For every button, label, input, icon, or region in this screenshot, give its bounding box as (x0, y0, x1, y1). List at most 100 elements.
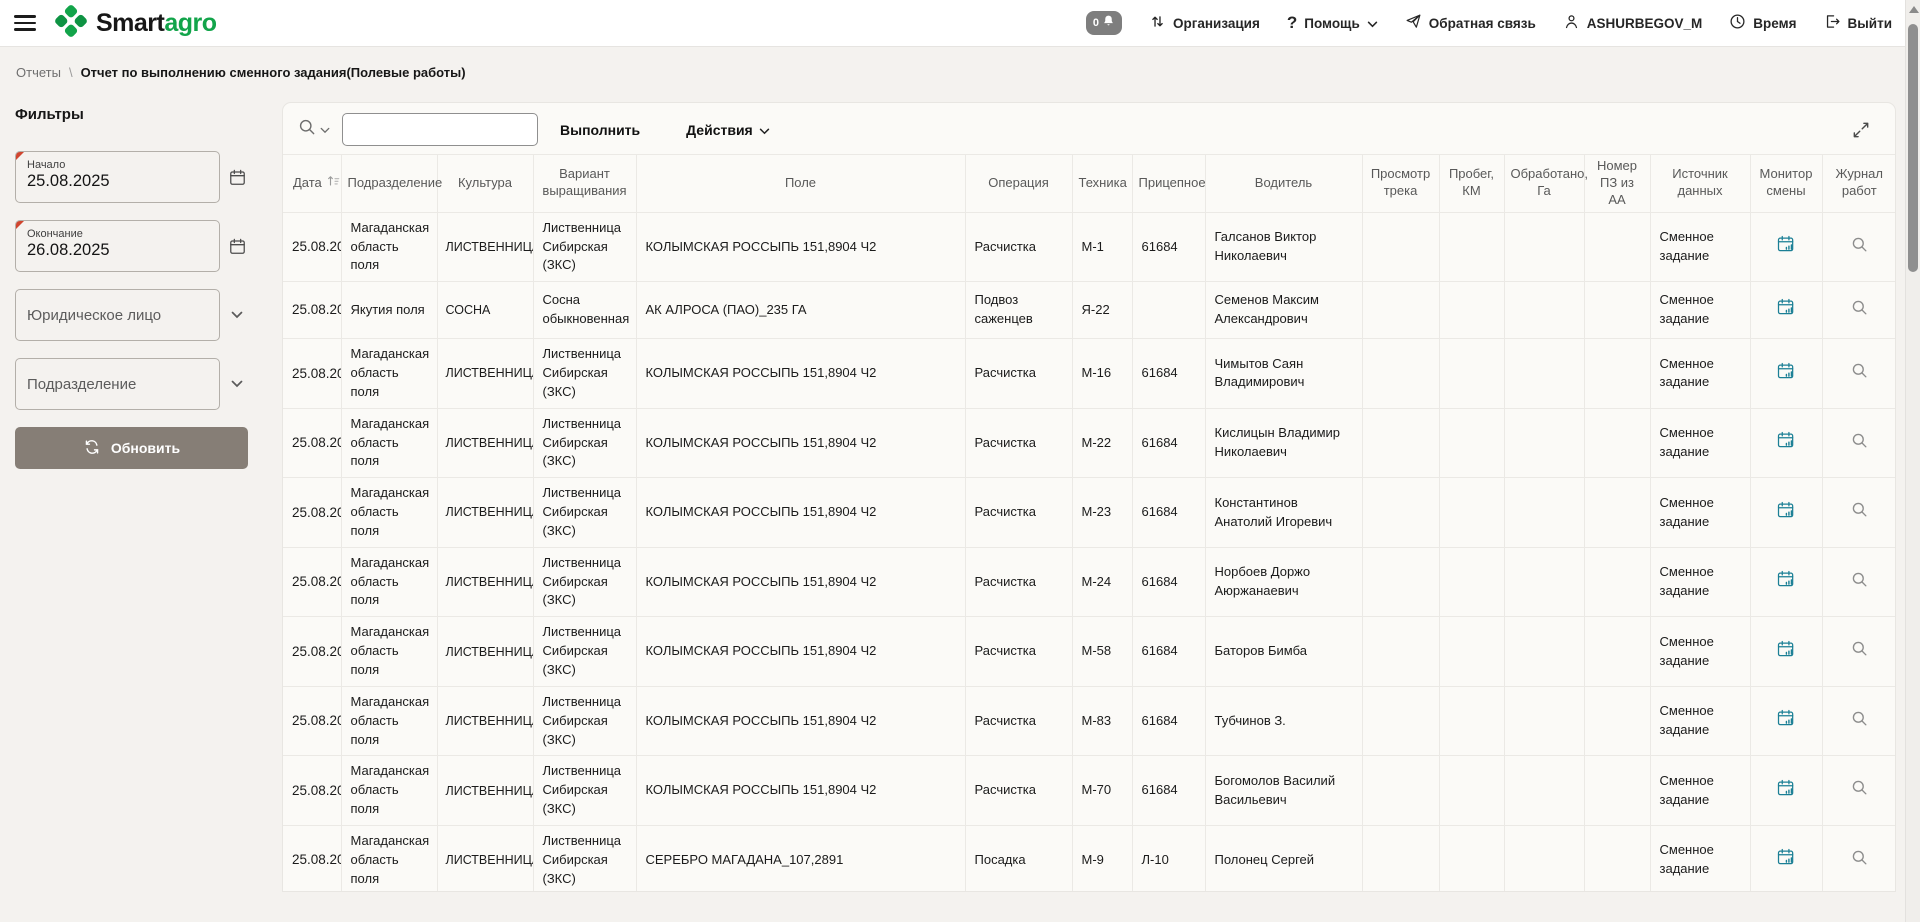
cell-trailer: 61684 (1132, 212, 1205, 282)
brand-text-smart: Smart (96, 9, 164, 37)
clock-icon (1729, 13, 1746, 33)
table-row[interactable]: 25.08.2025Магаданская область поляЛИСТВЕ… (283, 617, 1896, 687)
cell-track (1362, 547, 1439, 617)
cell-track (1362, 617, 1439, 687)
legal-entity-chevron-icon[interactable] (225, 311, 249, 319)
time-button[interactable]: Время (1729, 13, 1796, 33)
table-row[interactable]: 25.08.2025Магаданская область поляЛИСТВЕ… (283, 825, 1896, 892)
column-header-operation[interactable]: Операция (965, 155, 1072, 213)
cell-processed_ha (1504, 282, 1584, 339)
cell-task_number (1584, 212, 1650, 282)
work-journal-icon[interactable] (1822, 825, 1896, 892)
shift-monitor-icon[interactable] (1750, 825, 1822, 892)
cell-trailer: Л-10 (1132, 825, 1205, 892)
column-header-track[interactable]: Просмотр трека (1362, 155, 1439, 213)
table-row[interactable]: 25.08.2025Магаданская область поляЛИСТВЕ… (283, 339, 1896, 409)
cell-mileage_km (1439, 756, 1504, 826)
legal-entity-select[interactable]: Юридическое лицо (15, 289, 220, 341)
shift-monitor-icon[interactable] (1750, 212, 1822, 282)
column-header-field[interactable]: Поле (636, 155, 965, 213)
help-button[interactable]: ? Помощь (1287, 13, 1378, 33)
shift-monitor-icon[interactable] (1750, 617, 1822, 687)
cell-culture: ЛИСТВЕННИЦА (437, 547, 533, 617)
department-select[interactable]: Подразделение (15, 358, 220, 410)
cell-task_number (1584, 547, 1650, 617)
cell-field: КОЛЫМСКАЯ РОССЫПЬ 151,8904 Ч2 (636, 756, 965, 826)
organization-button[interactable]: Организация (1149, 13, 1260, 33)
column-header-variant[interactable]: Вариант выращивания (533, 155, 636, 213)
cell-source: Сменное задание (1650, 686, 1750, 756)
column-header-culture[interactable]: Культура (437, 155, 533, 213)
table-row[interactable]: 25.08.2025Магаданская область поляЛИСТВЕ… (283, 756, 1896, 826)
work-journal-icon[interactable] (1822, 339, 1896, 409)
work-journal-icon[interactable] (1822, 617, 1896, 687)
work-journal-icon[interactable] (1822, 756, 1896, 826)
actions-button[interactable]: Действия (686, 122, 770, 138)
cell-vehicle: М-58 (1072, 617, 1132, 687)
work-journal-icon[interactable] (1822, 282, 1896, 339)
scrollbar-thumb[interactable] (1908, 24, 1918, 272)
column-header-task-number[interactable]: Номер ПЗ из АА (1584, 155, 1650, 213)
execute-button[interactable]: Выполнить (560, 122, 640, 138)
scroll-up-arrow-icon[interactable] (1909, 6, 1919, 13)
column-header-journal[interactable]: Журнал работ (1822, 155, 1896, 213)
feedback-button[interactable]: Обратная связь (1405, 13, 1536, 33)
department-chevron-icon[interactable] (225, 380, 249, 388)
table-row[interactable]: 25.08.2025Магаданская область поляЛИСТВЕ… (283, 212, 1896, 282)
logout-button[interactable]: Выйти (1824, 13, 1893, 33)
cell-processed_ha (1504, 408, 1584, 478)
work-journal-icon[interactable] (1822, 547, 1896, 617)
table-row[interactable]: 25.08.2025Якутия поляСОСНАСосна обыкнове… (283, 282, 1896, 339)
shift-monitor-icon[interactable] (1750, 756, 1822, 826)
table-row[interactable]: 25.08.2025Магаданская область поляЛИСТВЕ… (283, 686, 1896, 756)
table-row[interactable]: 25.08.2025Магаданская область поляЛИСТВЕ… (283, 547, 1896, 617)
search-chevron-icon (320, 121, 330, 139)
brand-logo[interactable]: Smartagro (54, 4, 217, 43)
table-row[interactable]: 25.08.2025Магаданская область поляЛИСТВЕ… (283, 408, 1896, 478)
user-button[interactable]: ASHURBEGOV_M (1563, 13, 1703, 33)
column-header-date[interactable]: Дата (283, 155, 341, 213)
cell-variant: Лиственница Сибирская (ЗКС) (533, 547, 636, 617)
column-header-monitor[interactable]: Монитор смены (1750, 155, 1822, 213)
menu-icon[interactable] (14, 15, 36, 31)
column-header-mileage[interactable]: Пробег, КМ (1439, 155, 1504, 213)
work-journal-icon[interactable] (1822, 408, 1896, 478)
end-date-field[interactable]: Окончание 26.08.2025 (15, 220, 220, 272)
end-calendar-icon[interactable] (225, 237, 249, 256)
work-journal-icon[interactable] (1822, 686, 1896, 756)
column-header-department[interactable]: Подразделение (341, 155, 437, 213)
shift-monitor-icon[interactable] (1750, 686, 1822, 756)
shift-monitor-icon[interactable] (1750, 478, 1822, 548)
column-header-processed[interactable]: Обработано, Га (1504, 155, 1584, 213)
cell-mileage_km (1439, 825, 1504, 892)
table-row[interactable]: 25.08.2025Магаданская область поляЛИСТВЕ… (283, 478, 1896, 548)
table-header-row: Дата Подразделение Культура Вариант выра… (283, 155, 1896, 213)
search-scope-button[interactable] (297, 117, 330, 142)
column-header-driver[interactable]: Водитель (1205, 155, 1362, 213)
actions-chevron-icon (759, 122, 770, 138)
column-header-vehicle[interactable]: Техника (1072, 155, 1132, 213)
cell-mileage_km (1439, 408, 1504, 478)
expand-icon[interactable] (1851, 120, 1871, 140)
start-date-field[interactable]: Начало 25.08.2025 (15, 151, 220, 203)
search-input[interactable] (342, 113, 538, 146)
table-toolbar: Выполнить Действия (283, 103, 1895, 148)
shift-monitor-icon[interactable] (1750, 282, 1822, 339)
start-calendar-icon[interactable] (225, 168, 249, 187)
cell-operation: Расчистка (965, 408, 1072, 478)
column-header-trailer[interactable]: Прицепное (1132, 155, 1205, 213)
cell-driver: Тубчинов З. (1205, 686, 1362, 756)
cell-operation: Посадка (965, 825, 1072, 892)
breadcrumb-reports[interactable]: Отчеты (16, 65, 61, 80)
shift-monitor-icon[interactable] (1750, 339, 1822, 409)
cell-culture: ЛИСТВЕННИЦА (437, 686, 533, 756)
work-journal-icon[interactable] (1822, 478, 1896, 548)
vertical-scrollbar[interactable] (1905, 0, 1920, 922)
refresh-button[interactable]: Обновить (15, 427, 248, 469)
work-journal-icon[interactable] (1822, 212, 1896, 282)
notifications-button[interactable]: 0 (1086, 11, 1122, 35)
shift-monitor-icon[interactable] (1750, 547, 1822, 617)
shift-monitor-icon[interactable] (1750, 408, 1822, 478)
help-label: Помощь (1304, 16, 1360, 31)
column-header-source[interactable]: Источник данных (1650, 155, 1750, 213)
